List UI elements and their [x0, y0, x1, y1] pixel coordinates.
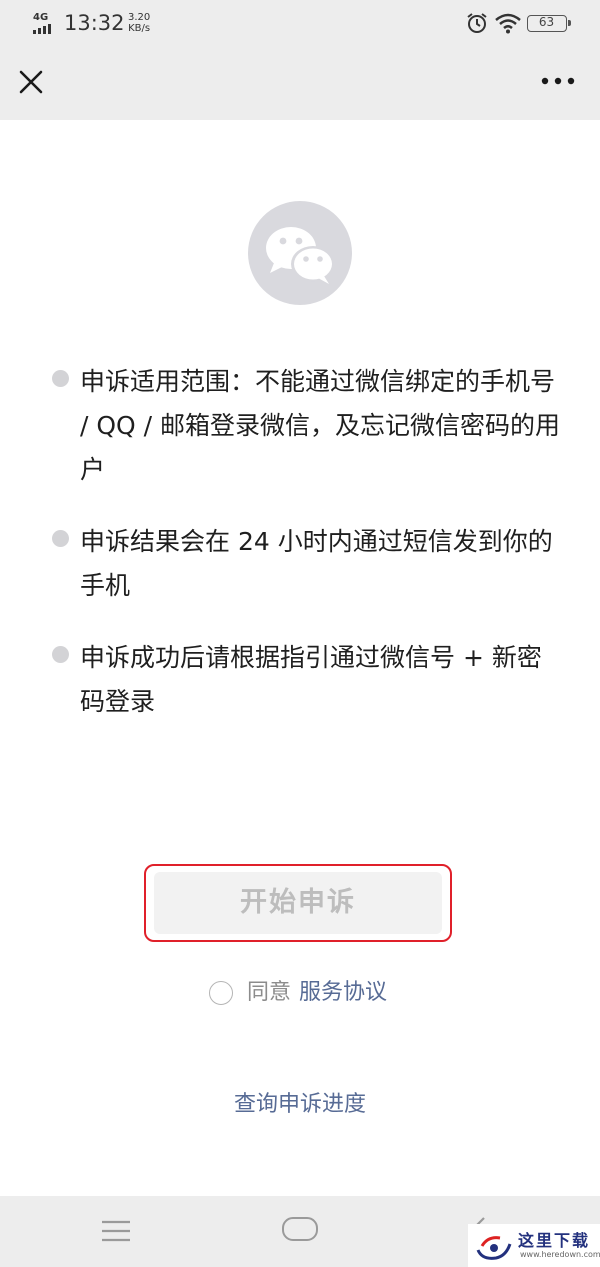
nav-bar — [0, 46, 600, 120]
query-appeal-progress-link[interactable]: 查询申诉进度 — [200, 1090, 400, 1120]
signal-icon — [33, 24, 57, 34]
menu-icon[interactable] — [100, 1219, 132, 1243]
wifi-icon — [495, 13, 521, 34]
status-time: 13:32 — [64, 11, 125, 35]
wechat-logo-icon — [248, 201, 352, 305]
start-button-highlight: 开始申诉 — [144, 864, 452, 942]
network-speed-value: 3.20 — [128, 12, 151, 23]
agree-radio[interactable] — [209, 981, 233, 1005]
appeal-note-text: 申诉成功后请根据指引通过微信号 + 新密码登录 — [80, 643, 542, 716]
battery-level: 63 — [538, 15, 555, 29]
appeal-note-login: 申诉成功后请根据指引通过微信号 + 新密码登录 — [52, 636, 562, 724]
wechat-bubbles-icon — [266, 227, 335, 284]
appeal-note-text: 申诉结果会在 24 小时内通过短信发到你的手机 — [80, 527, 553, 600]
agree-label: 同意 — [247, 980, 292, 1005]
bullet-dot-icon — [52, 370, 69, 387]
appeal-note-text: 申诉适用范围：不能通过微信绑定的手机号 / QQ / 邮箱登录微信，及忘记微信密… — [80, 367, 561, 484]
watermark: 这里下载 www.heredown.com — [468, 1224, 600, 1267]
appeal-note-scope: 申诉适用范围：不能通过微信绑定的手机号 / QQ / 邮箱登录微信，及忘记微信密… — [52, 360, 562, 492]
watermark-url: www.heredown.com — [520, 1250, 600, 1259]
watermark-title: 这里下载 — [518, 1231, 591, 1250]
status-bar: 4G 13:32 3.20 KB/s 63 — [0, 0, 600, 46]
network-type: 4G — [33, 12, 49, 23]
service-agreement-link[interactable]: 服务协议 — [299, 978, 387, 1008]
heredown-logo-icon — [476, 1236, 512, 1260]
start-appeal-button[interactable]: 开始申诉 — [154, 872, 442, 934]
appeal-note-result: 申诉结果会在 24 小时内通过短信发到你的手机 — [52, 520, 562, 608]
appeal-notes: 申诉适用范围：不能通过微信绑定的手机号 / QQ / 邮箱登录微信，及忘记微信密… — [52, 360, 562, 752]
home-icon[interactable] — [282, 1217, 318, 1241]
battery-icon: 63 — [527, 15, 571, 32]
bullet-dot-icon — [52, 646, 69, 663]
alarm-icon — [467, 13, 487, 33]
network-speed: 3.20 KB/s — [128, 12, 150, 34]
bullet-dot-icon — [52, 530, 69, 547]
agreement-row: 同意 服务协议 — [208, 978, 428, 1008]
close-icon[interactable] — [14, 65, 48, 99]
more-icon[interactable] — [538, 74, 578, 88]
network-speed-unit: KB/s — [128, 23, 151, 34]
